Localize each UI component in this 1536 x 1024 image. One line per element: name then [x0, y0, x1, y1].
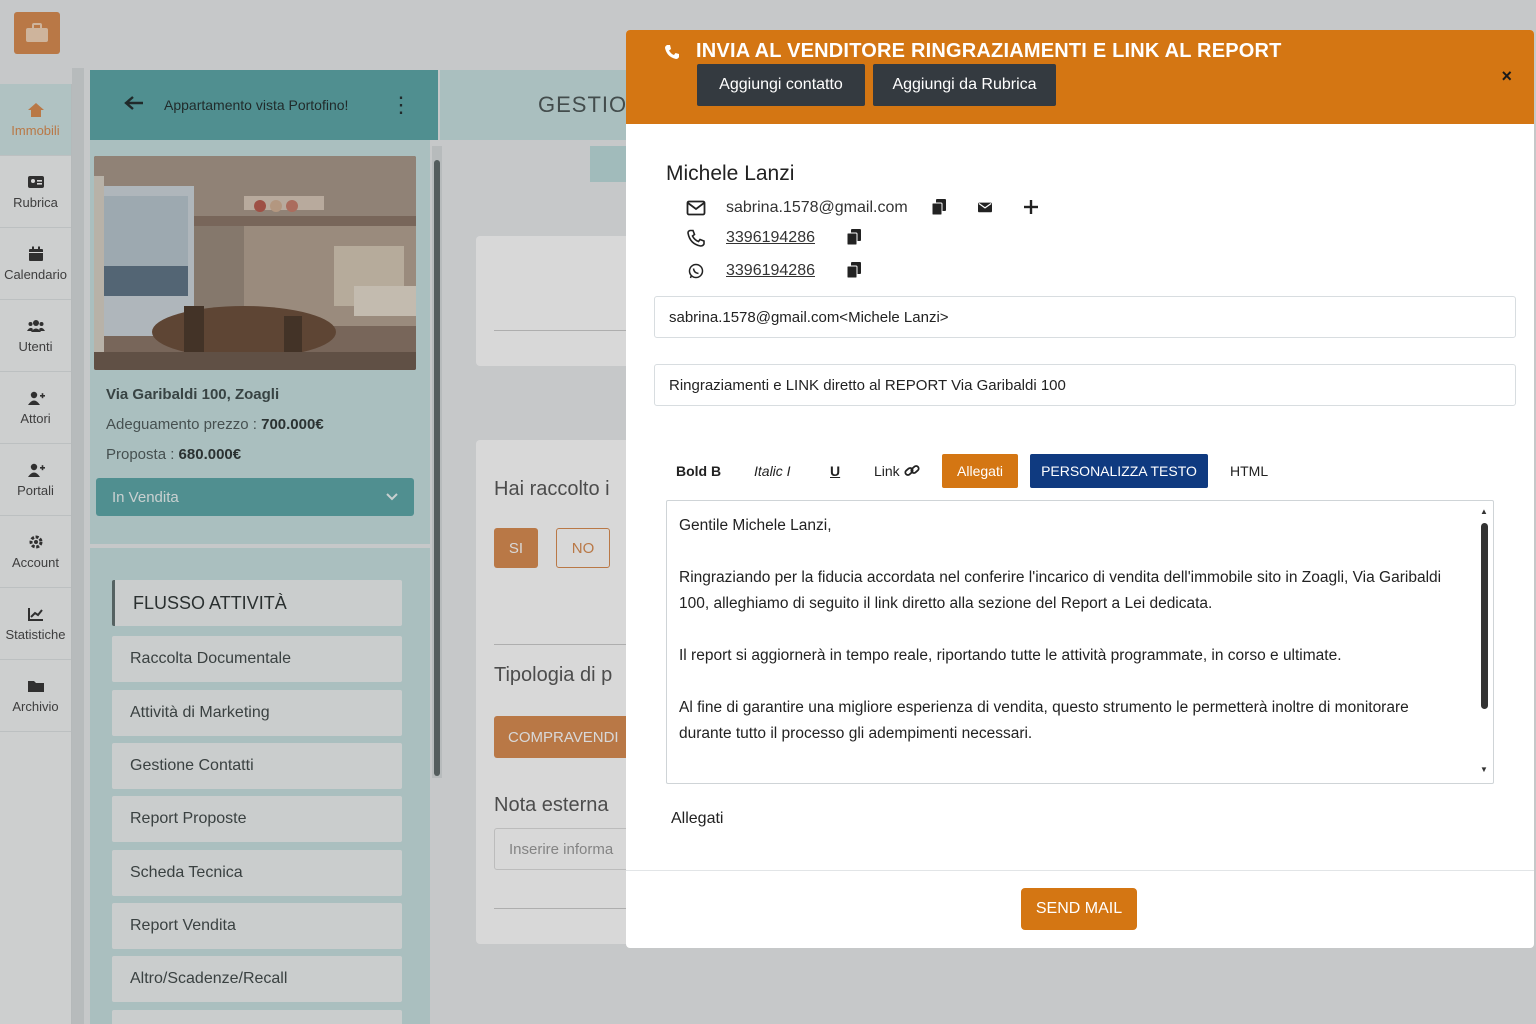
envelope-icon	[684, 198, 708, 218]
message-greeting: Gentile Michele Lanzi,	[679, 517, 832, 534]
add-icon[interactable]	[1023, 199, 1042, 217]
contact-email: sabrina.1578@gmail.com	[726, 199, 908, 216]
send-email-icon[interactable]	[977, 199, 996, 217]
contact-phone-link[interactable]: 3396194286	[726, 229, 815, 247]
scrollbar-thumb[interactable]	[1481, 523, 1488, 709]
link-button[interactable]: Link	[874, 454, 920, 488]
footer-divider	[626, 870, 1534, 871]
personalize-text-button[interactable]: PERSONALIZZA TESTO	[1030, 454, 1208, 488]
copy-icon[interactable]	[846, 229, 865, 247]
editor-scrollbar[interactable]: ▲ ▼	[1479, 507, 1489, 777]
message-editor[interactable]: Gentile Michele Lanzi, Ringraziando per …	[666, 500, 1494, 784]
html-button[interactable]: HTML	[1230, 454, 1268, 488]
close-icon[interactable]: ×	[1501, 66, 1512, 87]
contact-name: Michele Lanzi	[666, 162, 795, 185]
phone-icon	[684, 228, 708, 248]
phone-icon	[665, 44, 679, 59]
scroll-down-icon[interactable]: ▼	[1480, 765, 1488, 774]
message-paragraph: Ringraziando per la fiducia accordata ne…	[679, 569, 1442, 612]
add-contact-button[interactable]: Aggiungi contatto	[697, 64, 865, 106]
contact-email-row: sabrina.1578@gmail.com	[684, 198, 1042, 218]
contact-phone-row: 3396194286	[684, 228, 865, 248]
contact-whatsapp-link[interactable]: 3396194286	[726, 262, 815, 280]
modal-title-text: INVIA AL VENDITORE RINGRAZIAMENTI E LINK…	[696, 40, 1282, 62]
copy-icon[interactable]	[846, 262, 865, 280]
subject-input[interactable]: Ringraziamenti e LINK diretto al REPORT …	[654, 364, 1516, 406]
underline-button[interactable]: U	[830, 454, 840, 488]
message-paragraph: Il report si aggiornerà in tempo reale, …	[679, 647, 1342, 664]
modal-title: INVIA AL VENDITORE RINGRAZIAMENTI E LINK…	[664, 40, 1282, 63]
scroll-up-icon[interactable]: ▲	[1480, 507, 1488, 516]
copy-icon[interactable]	[931, 199, 950, 217]
link-icon	[904, 465, 920, 476]
whatsapp-icon	[684, 261, 708, 281]
bold-button[interactable]: Bold B	[676, 454, 721, 488]
attachments-button[interactable]: Allegati	[942, 454, 1018, 488]
contact-whatsapp-row: 3396194286	[684, 261, 865, 281]
italic-button[interactable]: Italic I	[754, 454, 791, 488]
send-mail-button[interactable]: SEND MAIL	[1021, 888, 1137, 930]
modal-header: INVIA AL VENDITORE RINGRAZIAMENTI E LINK…	[626, 30, 1534, 124]
attachments-label: Allegati	[671, 810, 724, 827]
add-from-book-button[interactable]: Aggiungi da Rubrica	[873, 64, 1056, 106]
recipient-input[interactable]: sabrina.1578@gmail.com<Michele Lanzi>	[654, 296, 1516, 338]
link-label: Link	[874, 463, 900, 479]
message-paragraph: Al fine di garantire una migliore esperi…	[679, 699, 1409, 742]
send-mail-modal: INVIA AL VENDITORE RINGRAZIAMENTI E LINK…	[626, 30, 1534, 948]
